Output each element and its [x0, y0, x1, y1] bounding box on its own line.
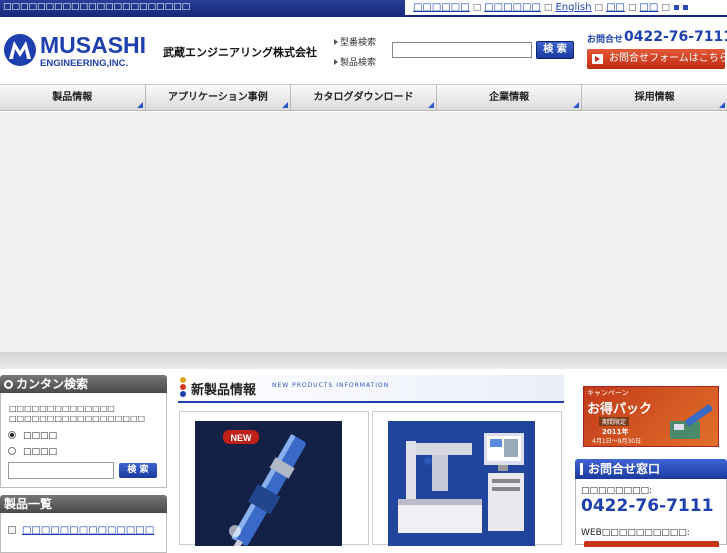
header-tel: 0422-76-7111: [624, 29, 727, 45]
quick-search-desc-line: □□□□□□□□□□□□□□: [9, 404, 115, 413]
search-option-model-label: 型番検索: [340, 38, 377, 48]
campaign-banner[interactable]: キャンペーン お得パック 期間限定 2011年 4月1日～9月30日: [583, 386, 719, 447]
corner-arrow-icon: [718, 102, 725, 108]
option-label: □□□□: [23, 447, 58, 457]
nav-label: アプリケーション事例: [167, 92, 268, 103]
quick-search-input[interactable]: [8, 462, 114, 479]
new-products-title: 新製品情報: [191, 383, 257, 398]
font-size-small-icon[interactable]: [673, 5, 679, 10]
corner-arrow-icon: [573, 102, 580, 108]
product-card[interactable]: NEW: [179, 411, 369, 546]
main-nav: 製品情報 アプリケーション事例 カタログダウンロード 企業情報 採用情報: [0, 84, 727, 111]
product-card[interactable]: [372, 411, 562, 546]
contact-web-label: WEB□□□□□□□□□□:: [581, 528, 690, 538]
corner-arrow-icon: [427, 102, 434, 108]
dispenser-product-image[interactable]: NEW: [195, 421, 342, 546]
musashi-logo[interactable]: MUSASHI ENGINEERING,INC.: [2, 31, 152, 69]
quick-search-title: カンタン検索: [16, 377, 89, 391]
separator: □: [543, 2, 553, 13]
hero-area: [0, 112, 727, 352]
nav-label: 製品情報: [52, 92, 93, 103]
triangle-icon: [334, 39, 338, 45]
checkbox-icon: [8, 526, 16, 534]
company-name: 武蔵エンジニアリング株式会社: [163, 46, 317, 59]
logo-subtext: ENGINEERING,INC.: [40, 58, 128, 69]
campaign-tag: 期間限定: [599, 417, 630, 426]
quick-search-button[interactable]: 検 索: [119, 463, 157, 478]
campaign-period: 4月1日～9月30日: [592, 438, 642, 445]
nav-item-applications[interactable]: アプリケーション事例: [146, 85, 292, 110]
product-list-item[interactable]: □□□□□□□□□□□□□□: [8, 525, 154, 536]
search-option-model[interactable]: 型番検索: [334, 35, 376, 48]
header-search-button[interactable]: 検 索: [536, 41, 574, 59]
top-link-1[interactable]: □□□□□□: [413, 2, 470, 13]
contact-label: お問合せ: [587, 35, 624, 45]
option-label: □□□□: [23, 431, 58, 441]
magnifier-icon: [4, 380, 13, 389]
corner-arrow-icon: [282, 102, 289, 108]
triangle-icon: [334, 59, 338, 65]
contact-form-button[interactable]: お問合せフォームはこちら: [587, 49, 727, 69]
separator: □: [627, 2, 637, 13]
header-search-input[interactable]: [392, 42, 532, 58]
corner-arrow-icon: [136, 102, 143, 108]
nav-item-company[interactable]: 企業情報: [437, 85, 583, 110]
font-size-large-icon[interactable]: [682, 5, 688, 10]
campaign-product-image: [670, 404, 713, 439]
quick-search-desc: □□□□□□□□□□□□□□ □□□□□□□□□□□□□□□□□□: [9, 404, 145, 424]
top-link-english[interactable]: English: [555, 2, 591, 13]
product-list-title: 製品一覧: [4, 497, 53, 511]
contact-form-button-label: お問合せフォームはこちら: [609, 53, 727, 64]
separator: □: [661, 2, 670, 13]
dots-icon: [180, 377, 187, 397]
separator: □: [594, 2, 604, 13]
search-option-product-label: 製品検索: [340, 58, 377, 68]
arrow-right-icon: [592, 54, 603, 64]
radio-icon[interactable]: [8, 447, 16, 455]
new-products-header: 新製品情報 NEW PRODUCTS INFORMATION: [178, 375, 564, 403]
quick-search-option-1[interactable]: □□□□: [8, 431, 57, 441]
new-badge: NEW: [231, 433, 253, 443]
nav-item-recruit[interactable]: 採用情報: [582, 85, 727, 110]
campaign-label: キャンペーン: [587, 389, 629, 397]
contact-window-header: お問合せ窓口: [575, 459, 727, 479]
logo-text: MUSASHI: [40, 32, 146, 58]
contact-tel-label: □□□□□□□□:: [581, 486, 653, 496]
robot-product-image[interactable]: [388, 421, 535, 546]
campaign-title: お得パック: [587, 402, 653, 417]
new-products-subtitle: NEW PRODUCTS INFORMATION: [272, 382, 390, 389]
nav-label: 企業情報: [489, 92, 530, 103]
quick-search-desc-line: □□□□□□□□□□□□□□□□□□: [9, 414, 146, 423]
hero-divider: [0, 352, 727, 369]
separator: □: [472, 2, 482, 13]
contact-window-tel: 0422-76-7111: [581, 496, 714, 516]
nav-item-catalog[interactable]: カタログダウンロード: [291, 85, 437, 110]
top-link-2[interactable]: □□□□□□: [484, 2, 541, 13]
radio-selected-icon[interactable]: [8, 431, 16, 439]
contact-web-button[interactable]: [584, 541, 719, 547]
quick-search-header: カンタン検索: [0, 375, 167, 393]
nav-label: カタログダウンロード: [313, 92, 414, 103]
nav-item-products[interactable]: 製品情報: [0, 85, 146, 110]
quick-search-option-2[interactable]: □□□□: [8, 447, 57, 457]
contact-window-panel: □□□□□□□□: 0422-76-7111 WEB□□□□□□□□□□:: [575, 479, 727, 547]
top-link-5[interactable]: □□: [639, 2, 658, 13]
header-search: 型番検索 製品検索 検 索: [330, 31, 582, 69]
nav-label: 採用情報: [634, 92, 675, 103]
top-link-4[interactable]: □□: [606, 2, 625, 13]
search-option-product[interactable]: 製品検索: [334, 55, 376, 68]
tagline: □□□□□□□□□□□□□□□□□□□□□□: [3, 2, 191, 12]
top-links: □□□□□□ □ □□□□□□ □ English □ □□ □ □□ □: [405, 0, 727, 17]
product-list-item-label: □□□□□□□□□□□□□□: [22, 525, 155, 536]
product-list-header: 製品一覧: [0, 495, 167, 513]
